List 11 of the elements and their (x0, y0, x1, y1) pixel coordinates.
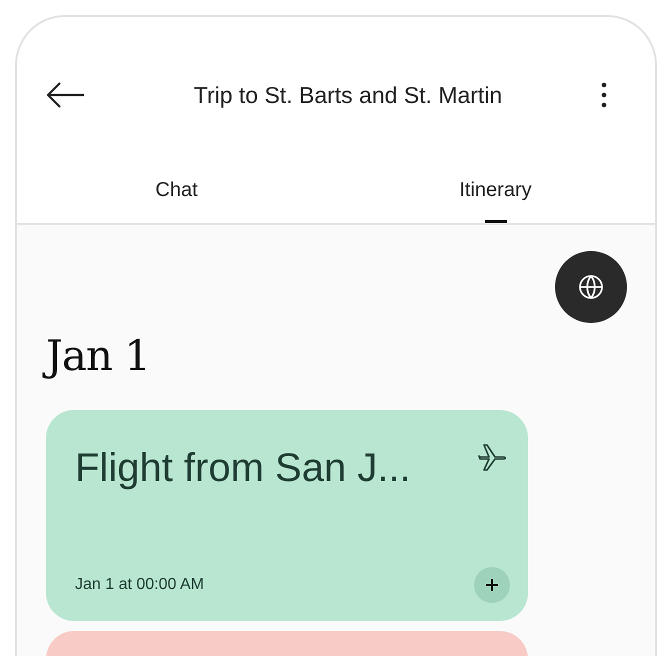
add-button[interactable] (474, 567, 510, 603)
event-time: Jan 1 at 00:00 AM (75, 576, 204, 594)
back-arrow-icon[interactable] (47, 82, 85, 108)
trip-title: Trip to St. Barts and St. Martin (192, 82, 504, 108)
event-title: Flight from San J... (75, 446, 411, 491)
tab[interactable]: Itinerary (336, 173, 655, 223)
plus-icon (485, 578, 499, 592)
flight-card[interactable]: Flight from San J... Jan 1 at 00:00 AM (46, 410, 528, 621)
more-options-icon[interactable] (601, 82, 607, 108)
globe-icon (578, 274, 604, 300)
tab[interactable]: Chat (17, 173, 336, 223)
